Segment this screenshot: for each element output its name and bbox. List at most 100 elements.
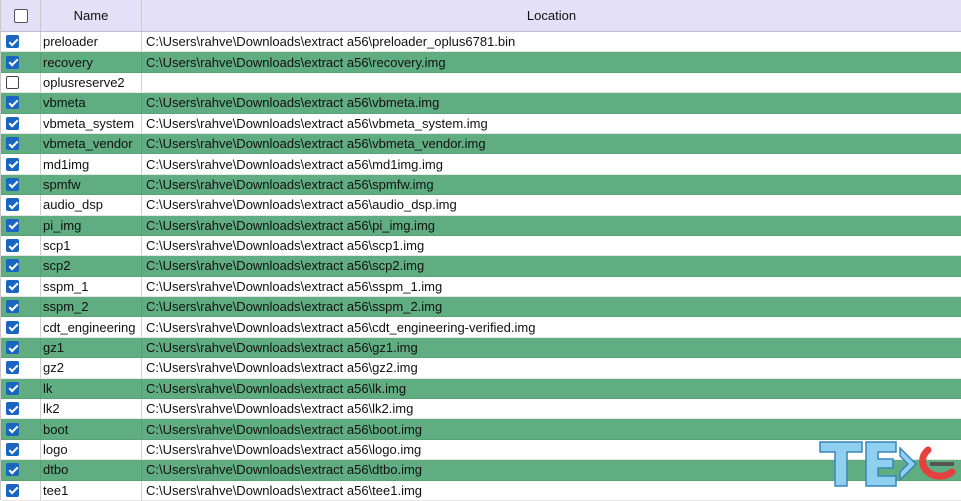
partition-name-cell: lk2 (41, 399, 142, 419)
row-checkbox-cell (1, 337, 41, 358)
location-column-header[interactable]: Location (142, 0, 961, 31)
partition-name-cell: oplusreserve2 (41, 72, 142, 93)
partition-name-cell: tee1 (41, 480, 142, 500)
table-row[interactable]: scp1 C:\Users\rahve\Downloads\extract a56… (1, 235, 961, 257)
partition-name-cell: cdt_engineering (41, 317, 142, 337)
file-location-cell[interactable] (142, 73, 961, 92)
table-row[interactable]: spmfw C:\Users\rahve\Downloads\extract a5… (1, 174, 961, 196)
table-row[interactable]: pi_img C:\Users\rahve\Downloads\extract a… (1, 215, 961, 236)
file-location-cell[interactable]: C:\Users\rahve\Downloads\extract a56\cdt… (142, 317, 961, 336)
row-checkbox[interactable] (6, 341, 19, 355)
row-checkbox-cell (1, 297, 41, 317)
row-checkbox[interactable] (6, 381, 19, 395)
partition-name-cell: boot (41, 419, 142, 439)
row-checkbox[interactable] (6, 259, 19, 273)
file-location-cell[interactable]: C:\Users\rahve\Downloads\extract a56\rec… (142, 52, 961, 71)
row-checkbox-cell (1, 93, 41, 113)
file-location-cell[interactable]: C:\Users\rahve\Downloads\extract a56\md1… (142, 154, 961, 173)
file-location-cell[interactable]: C:\Users\rahve\Downloads\extract a56\lk2… (142, 399, 961, 418)
partition-name-cell: pi_img (41, 215, 142, 235)
partition-name-cell: logo (41, 439, 142, 460)
row-checkbox[interactable] (6, 96, 19, 110)
file-location-cell[interactable]: C:\Users\rahve\Downloads\extract a56\pre… (142, 32, 961, 51)
table-row[interactable]: sspm_1 C:\Users\rahve\Downloads\extract a… (1, 276, 961, 298)
header-checkbox-cell (1, 0, 41, 31)
row-checkbox[interactable] (6, 218, 19, 232)
grid-header: Name Location (1, 0, 961, 32)
row-checkbox[interactable] (6, 463, 19, 477)
row-checkbox-cell (1, 215, 41, 235)
table-row[interactable]: cdt_engineering C:\Users\rahve\Downloads\… (1, 317, 961, 338)
row-checkbox[interactable] (6, 177, 19, 191)
table-row[interactable]: sspm_2 C:\Users\rahve\Downloads\extract a… (1, 297, 961, 318)
row-checkbox[interactable] (6, 443, 19, 456)
table-row[interactable]: lk C:\Users\rahve\Downloads\extract a56\l… (1, 378, 961, 400)
row-checkbox[interactable] (6, 239, 19, 253)
file-location-cell[interactable]: C:\Users\rahve\Downloads\extract a56\scp… (142, 256, 961, 275)
file-location-cell[interactable]: C:\Users\rahve\Downloads\extract a56\vbm… (142, 134, 961, 153)
row-checkbox[interactable] (6, 157, 19, 171)
name-column-header[interactable]: Name (41, 0, 142, 31)
partition-name-cell: gz2 (41, 358, 142, 378)
row-checkbox[interactable] (6, 198, 19, 212)
partition-name-cell: scp1 (41, 235, 142, 256)
row-checkbox[interactable] (6, 35, 19, 49)
file-location-cell[interactable]: C:\Users\rahve\Downloads\extract a56\gz1… (142, 338, 961, 357)
row-checkbox[interactable] (6, 279, 19, 293)
row-checkbox-cell (1, 399, 41, 419)
row-checkbox-cell (1, 419, 41, 439)
partition-grid: Name Location preloader C:\Users\rahve\Do… (0, 0, 961, 501)
file-location-cell[interactable]: C:\Users\rahve\Downloads\extract a56\pi_… (142, 216, 961, 235)
row-checkbox[interactable] (6, 361, 19, 375)
row-checkbox[interactable] (6, 320, 19, 334)
partition-name-cell: recovery (41, 52, 142, 72)
file-location-cell[interactable]: C:\Users\rahve\Downloads\extract a56\vbm… (142, 114, 961, 133)
select-all-checkbox[interactable] (13, 8, 28, 23)
table-row[interactable]: vbmeta C:\Users\rahve\Downloads\extract a… (1, 93, 961, 114)
file-location-cell[interactable]: C:\Users\rahve\Downloads\extract a56\lk.… (142, 379, 961, 398)
table-row[interactable]: lk2 C:\Users\rahve\Downloads\extract a56\… (1, 399, 961, 420)
row-checkbox[interactable] (6, 116, 19, 130)
table-row[interactable]: vbmeta_system C:\Users\rahve\Downloads\ex… (1, 113, 961, 134)
file-location-cell[interactable]: C:\Users\rahve\Downloads\extract a56\scp… (142, 236, 961, 255)
row-checkbox[interactable] (6, 422, 19, 436)
file-location-cell[interactable]: C:\Users\rahve\Downloads\extract a56\spm… (142, 175, 961, 194)
row-checkbox-cell (1, 154, 41, 174)
table-row[interactable]: recovery C:\Users\rahve\Downloads\extract… (1, 52, 961, 73)
table-row[interactable]: scp2 C:\Users\rahve\Downloads\extract a56… (1, 256, 961, 277)
location-column-label: Location (526, 8, 577, 23)
file-location-cell[interactable]: C:\Users\rahve\Downloads\extract a56\vbm… (142, 93, 961, 112)
row-checkbox-cell (1, 195, 41, 215)
table-row[interactable]: preloader C:\Users\rahve\Downloads\extrac… (1, 32, 961, 53)
row-checkbox[interactable] (6, 137, 19, 151)
table-row[interactable]: gz1 C:\Users\rahve\Downloads\extract a56\… (1, 337, 961, 359)
row-checkbox-cell (1, 460, 41, 480)
row-checkbox[interactable] (6, 55, 19, 69)
table-row[interactable]: vbmeta_vendor C:\Users\rahve\Downloads\ex… (1, 133, 961, 155)
row-checkbox-cell (1, 276, 41, 297)
partition-name-cell: vbmeta_system (41, 113, 142, 133)
row-checkbox-cell (1, 235, 41, 256)
row-checkbox[interactable] (6, 483, 19, 497)
row-checkbox-cell (1, 439, 41, 460)
row-checkbox-cell (1, 52, 41, 72)
row-checkbox[interactable] (6, 75, 19, 89)
partition-name-cell: scp2 (41, 256, 142, 276)
table-row[interactable]: md1img C:\Users\rahve\Downloads\extract a… (1, 154, 961, 175)
table-row[interactable]: gz2 C:\Users\rahve\Downloads\extract a56\… (1, 358, 961, 379)
file-location-cell[interactable]: C:\Users\rahve\Downloads\extract a56\gz2… (142, 358, 961, 377)
table-row[interactable]: oplusreserve2 (1, 72, 961, 94)
file-location-cell[interactable]: C:\Users\rahve\Downloads\extract a56\aud… (142, 195, 961, 214)
row-checkbox[interactable] (6, 300, 19, 314)
file-location-cell[interactable]: C:\Users\rahve\Downloads\extract a56\ssp… (142, 297, 961, 316)
row-checkbox-cell (1, 32, 41, 52)
row-checkbox[interactable] (6, 402, 19, 416)
partition-name-cell: preloader (41, 32, 142, 52)
partition-name-cell: gz1 (41, 337, 142, 358)
partition-name-cell: sspm_1 (41, 276, 142, 297)
partition-name-cell: dtbo (41, 460, 142, 480)
row-checkbox-cell (1, 133, 41, 154)
table-row[interactable]: audio_dsp C:\Users\rahve\Downloads\extrac… (1, 195, 961, 216)
row-checkbox-cell (1, 113, 41, 133)
file-location-cell[interactable]: C:\Users\rahve\Downloads\extract a56\ssp… (142, 277, 961, 296)
